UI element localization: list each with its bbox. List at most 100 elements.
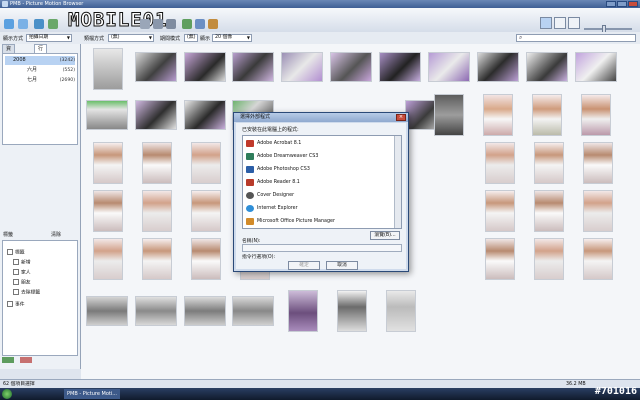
photo-thumbnail[interactable] xyxy=(86,100,128,130)
period-mode-select[interactable]: (無) xyxy=(184,34,198,42)
photo-thumbnail[interactable] xyxy=(485,190,515,232)
photo-thumbnail[interactable] xyxy=(184,100,226,130)
import-icon[interactable] xyxy=(34,19,44,29)
name-field[interactable] xyxy=(242,244,402,252)
photo-thumbnail[interactable] xyxy=(93,190,123,232)
keyword-item[interactable]: 朋友 xyxy=(13,279,31,287)
program-item[interactable]: Adobe Acrobat 8.1 xyxy=(245,138,401,149)
photo-thumbnail[interactable] xyxy=(485,142,515,184)
maximize-button[interactable] xyxy=(617,1,627,7)
photo-thumbnail[interactable] xyxy=(534,142,564,184)
rotate-icon[interactable] xyxy=(182,19,192,29)
checkbox[interactable] xyxy=(13,279,19,285)
photo-thumbnail[interactable] xyxy=(534,238,564,280)
photo-thumbnail[interactable] xyxy=(142,142,172,184)
program-item[interactable]: Microsoft Office Picture Manager xyxy=(245,216,401,227)
checkbox[interactable] xyxy=(13,289,19,295)
tree-item-june[interactable]: 六月 (552) xyxy=(5,66,75,75)
program-item[interactable]: Adobe Dreamweaver CS3 xyxy=(245,151,401,162)
keyword-item[interactable]: 家人 xyxy=(13,269,31,277)
photo-thumbnail[interactable] xyxy=(142,238,172,280)
checkbox[interactable] xyxy=(7,249,13,255)
program-list-scrollbar[interactable] xyxy=(394,136,401,228)
program-item[interactable]: Adobe Reader 8.1 xyxy=(245,177,401,188)
checkbox[interactable] xyxy=(13,269,19,275)
tree-item-july[interactable]: 七月 (2690) xyxy=(5,76,75,85)
program-item[interactable]: Cover Designer xyxy=(245,190,401,201)
keyword-item[interactable]: 新增 xyxy=(13,259,31,267)
photo-thumbnail[interactable] xyxy=(93,238,123,280)
photo-thumbnail[interactable] xyxy=(526,52,568,82)
photo-thumbnail[interactable] xyxy=(135,52,177,82)
minimize-button[interactable] xyxy=(606,1,616,7)
photo-thumbnail[interactable] xyxy=(434,94,464,136)
photo-thumbnail[interactable] xyxy=(191,142,221,184)
back-icon[interactable] xyxy=(4,19,14,29)
display-mode-select[interactable]: 拍攝日期 ▼ xyxy=(26,34,72,42)
chevron-down-icon: ▼ xyxy=(66,35,70,40)
photo-thumbnail[interactable] xyxy=(184,52,226,82)
program-list[interactable]: Adobe Acrobat 8.1 Adobe Dreamweaver CS3 … xyxy=(242,135,402,229)
photo-thumbnail[interactable] xyxy=(534,190,564,232)
photo-thumbnail[interactable] xyxy=(232,52,274,82)
photo-thumbnail[interactable] xyxy=(135,100,177,130)
photo-thumbnail[interactable] xyxy=(575,52,617,82)
thumbnail-view-icon[interactable] xyxy=(540,17,552,29)
calendar-view-icon[interactable] xyxy=(568,17,580,29)
checkbox[interactable] xyxy=(13,259,19,265)
photo-thumbnail[interactable] xyxy=(485,238,515,280)
checkbox[interactable] xyxy=(7,301,13,307)
settings-icon[interactable] xyxy=(208,19,218,29)
print-icon[interactable] xyxy=(153,19,163,29)
photo-thumbnail[interactable] xyxy=(386,290,416,332)
photo-thumbnail[interactable] xyxy=(337,290,367,332)
zoom-slider[interactable] xyxy=(584,25,632,33)
add-icon[interactable] xyxy=(2,357,14,363)
photo-thumbnail[interactable] xyxy=(583,238,613,280)
email-icon[interactable] xyxy=(166,19,176,29)
photo-thumbnail[interactable] xyxy=(583,190,613,232)
photo-thumbnail[interactable] xyxy=(477,52,519,82)
close-icon[interactable]: × xyxy=(396,114,406,121)
cancel-button[interactable]: 取消 xyxy=(326,261,358,270)
close-button[interactable] xyxy=(628,1,638,7)
photo-thumbnail[interactable] xyxy=(428,52,470,82)
photo-thumbnail[interactable] xyxy=(142,190,172,232)
photo-thumbnail[interactable] xyxy=(483,94,513,136)
thumbs-count-select[interactable]: 20 個像 ▼ xyxy=(212,34,252,42)
photo-thumbnail[interactable] xyxy=(583,142,613,184)
taskbar-item[interactable]: PMB - Picture Moti... xyxy=(64,389,120,399)
photo-thumbnail[interactable] xyxy=(330,52,372,82)
browse-button[interactable]: 瀏覽(B)... xyxy=(370,231,400,240)
photo-thumbnail[interactable] xyxy=(184,296,226,326)
export-icon[interactable] xyxy=(48,19,58,29)
detail-view-icon[interactable] xyxy=(554,17,566,29)
photo-thumbnail[interactable] xyxy=(135,296,177,326)
photo-thumbnail[interactable] xyxy=(281,52,323,82)
zoom-icon[interactable] xyxy=(195,19,205,29)
tree-item-2008[interactable]: 2008 (3242) xyxy=(5,56,75,65)
events-item[interactable]: 事件 xyxy=(7,301,25,309)
program-item[interactable]: Adobe Photoshop CS3 xyxy=(245,164,401,175)
keyword-clear-button[interactable]: 清除 xyxy=(51,231,61,240)
search-input[interactable]: ⌕ xyxy=(516,34,636,42)
photo-thumbnail[interactable] xyxy=(191,238,221,280)
keyword-item[interactable]: 標籤 xyxy=(7,249,25,257)
photo-thumbnail[interactable] xyxy=(232,296,274,326)
photo-thumbnail[interactable] xyxy=(93,142,123,184)
photo-thumbnail[interactable] xyxy=(288,290,318,332)
photo-thumbnail[interactable] xyxy=(532,94,562,136)
delete-icon[interactable] xyxy=(140,19,150,29)
photo-thumbnail[interactable] xyxy=(581,94,611,136)
photo-thumbnail[interactable] xyxy=(191,190,221,232)
forward-icon[interactable] xyxy=(18,19,28,29)
keyword-item[interactable]: 去除標籤 xyxy=(13,289,40,297)
filter-mode-select[interactable]: (無) ▼ xyxy=(108,34,154,42)
photo-thumbnail[interactable] xyxy=(379,52,421,82)
remove-icon[interactable] xyxy=(19,357,32,363)
photo-thumbnail[interactable] xyxy=(86,296,128,326)
photo-thumbnail[interactable] xyxy=(93,48,123,90)
program-item[interactable]: Internet Explorer xyxy=(245,203,401,214)
start-icon[interactable] xyxy=(2,389,12,399)
ok-button[interactable]: 確定 xyxy=(288,261,320,270)
